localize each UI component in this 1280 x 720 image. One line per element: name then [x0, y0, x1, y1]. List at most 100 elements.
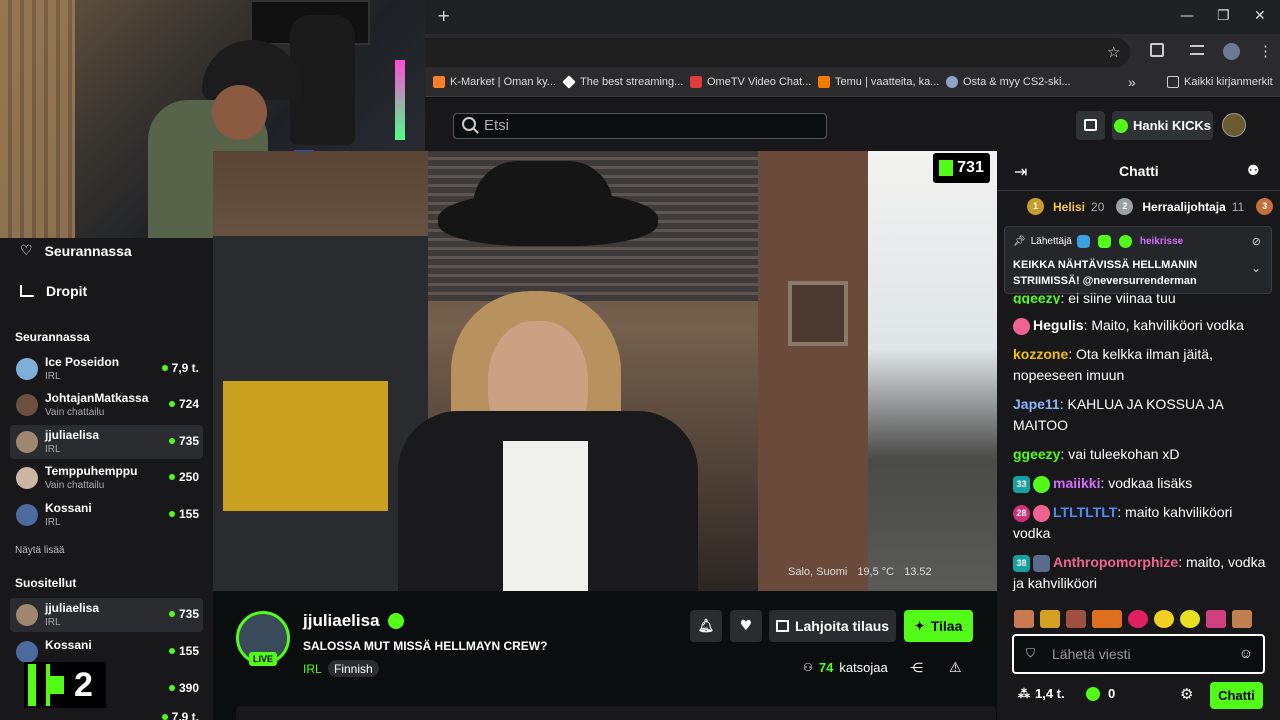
stream-title: SALOSSA MUT MISSÄ HELLMAYN CREW?	[303, 639, 548, 653]
hide-pin-icon[interactable]: ⊘	[1252, 235, 1261, 248]
heart-icon: ♥	[739, 618, 753, 634]
gift-leaderboard: 1 Helisi 20 2 Herraalijohtaja 11 3 s	[1027, 198, 1280, 215]
share-icon[interactable]: ⋲	[910, 660, 923, 676]
minimize-button[interactable]: —	[1180, 8, 1194, 24]
video-player[interactable]: Salo, Suomi 19,5 °C 13.52	[213, 151, 997, 591]
media-icon[interactable]	[1190, 45, 1204, 55]
notify-button[interactable]: 🔔︎	[690, 610, 722, 642]
report-icon[interactable]: ⚠	[949, 659, 962, 676]
emote-icon[interactable]	[1066, 610, 1086, 628]
send-chat-button[interactable]: Chatti	[1210, 682, 1263, 709]
channel-temppuhemppu[interactable]: Temppuhemppu Vain chattailu 250	[10, 461, 203, 495]
more-bookmarks-button[interactable]: »	[1128, 74, 1136, 90]
emote-icon[interactable]	[1232, 610, 1252, 628]
emote-icon[interactable]	[1180, 610, 1200, 628]
sparkle-icon: ✦	[914, 619, 925, 633]
chat-message: Hegulis: Maito, kahviliköori vodka	[1013, 315, 1268, 336]
chat-input[interactable]: ⛉ Lähetä viesti ☺	[1012, 634, 1265, 674]
temu-icon	[818, 76, 830, 88]
live-badge: LIVE	[249, 652, 277, 666]
emote-icon[interactable]	[1092, 610, 1122, 628]
user-list-icon[interactable]: ⚉	[1247, 162, 1260, 179]
language-tag[interactable]: Finnish	[328, 660, 379, 677]
emote-badge	[1013, 317, 1030, 335]
recommended-partial[interactable]: 7,9 t.	[10, 708, 203, 720]
emote-icon[interactable]	[1128, 610, 1148, 628]
following-heading: Seurannassa	[15, 330, 90, 344]
chevron-down-icon[interactable]: ⌄	[1251, 261, 1261, 275]
chat-message: 33 maiikki: vodkaa lisäks	[1013, 473, 1268, 494]
sub-badge: 28	[1013, 504, 1030, 522]
gear-icon[interactable]: ⚙	[1180, 685, 1193, 703]
live-dot	[161, 714, 168, 720]
bookmark-kmarket[interactable]: K-Market | Oman ky...	[433, 76, 556, 88]
recommended-jjuliaelisa[interactable]: jjuliaelisa IRL 735	[10, 598, 203, 632]
emote-icon[interactable]	[1014, 610, 1034, 628]
all-bookmarks[interactable]: Kaikki kirjanmerkit	[1167, 76, 1273, 88]
pinned-text: KEIKKA NÄHTÄVISSÄ HELLMANIN STRIIMISSÄ! …	[1013, 259, 1198, 287]
location-overlay: Salo, Suomi 19,5 °C 13.52	[788, 566, 932, 578]
new-tab-button[interactable]: +	[437, 6, 450, 25]
channel-kossani[interactable]: Kossani IRL 155	[10, 498, 203, 532]
channel-johtajanmatkassa[interactable]: JohtajanMatkassa Vain chattailu 724	[10, 388, 203, 422]
avatar	[16, 467, 38, 489]
emoji-icon[interactable]: ☺	[1239, 645, 1253, 661]
chat-message: ggeezy: ei siine viinaa tuu	[1013, 290, 1176, 304]
nav-following[interactable]: ♡ Seurannassa	[20, 243, 132, 259]
emote-icon[interactable]	[1154, 610, 1174, 628]
heart-icon: ♡	[20, 243, 33, 259]
moderator-badge	[1076, 235, 1090, 248]
avatar	[16, 604, 38, 626]
avatar	[16, 504, 38, 526]
nav-drops[interactable]: Dropit	[20, 283, 87, 299]
emote-icon[interactable]	[1040, 610, 1060, 628]
address-bar-row: ☆ ⋮	[425, 34, 1280, 71]
chat-title: Chatti	[1119, 163, 1159, 179]
temperature-text: 19,5 °C	[857, 566, 895, 578]
subscribe-button[interactable]: ✦ Tilaa	[904, 610, 973, 642]
gift-sub-button[interactable]: Lahjoita tilaus	[769, 610, 896, 642]
emote-icon[interactable]	[1206, 610, 1226, 628]
profile-avatar[interactable]	[1223, 43, 1240, 60]
cs2-icon	[946, 76, 958, 88]
pin-icon: 📌︎	[1013, 236, 1026, 247]
avatar	[16, 431, 38, 453]
channel-jjuliaelisa[interactable]: jjuliaelisa IRL 735	[10, 425, 203, 459]
location-text: Salo, Suomi	[788, 566, 848, 578]
bookmark-temu[interactable]: Temu | vaatteita, ka...	[818, 76, 939, 88]
chat-placeholder: Lähetä viesti	[1052, 646, 1131, 662]
star-icon[interactable]: ☆	[1107, 43, 1120, 61]
chat-message: Jape11: KAHLUA JA KOSSUA JA MAITOO	[1013, 396, 1224, 433]
get-kicks-button[interactable]: Hanki KICKs	[1112, 111, 1213, 140]
kicks-balance[interactable]: 0	[1086, 686, 1115, 701]
bookmarks-bar: K-Market | Oman ky... The best streaming…	[425, 71, 1280, 97]
live-dot	[168, 401, 175, 407]
streamer-name[interactable]: jjuliaelisa	[303, 611, 404, 631]
vip-badge	[1097, 235, 1111, 248]
pinned-message[interactable]: 📌︎ Lähettäjä heikrisse ⊘ KEIKKA NÄHTÄVIS…	[1004, 226, 1272, 294]
bookmark-ometv[interactable]: OmeTV Video Chat...	[690, 76, 811, 88]
maximize-button[interactable]: ❐	[1217, 8, 1230, 24]
menu-icon[interactable]: ⋮	[1258, 42, 1273, 60]
sub-badge: 33	[1013, 475, 1030, 493]
collapse-chat-icon[interactable]: ⇥	[1014, 162, 1027, 182]
channel-ice-poseidon[interactable]: Ice Poseidon IRL 7,9 t.	[10, 352, 203, 386]
layout-button[interactable]	[1076, 111, 1105, 140]
viewer-count-badge: 731	[933, 153, 990, 183]
chat-message: 38 Anthropomorphize: maito, vodka ja kahv…	[1013, 554, 1266, 591]
bookmark-cs2[interactable]: Osta & myy CS2-ski...	[946, 76, 1071, 88]
address-bar[interactable]	[425, 38, 1130, 67]
show-more-link[interactable]: Näytä lisää	[15, 545, 64, 556]
user-avatar[interactable]	[1222, 113, 1246, 137]
avatar	[16, 641, 38, 663]
channel-points[interactable]: ⁂ 1,4 t.	[1018, 686, 1065, 701]
bookmark-streaming[interactable]: The best streaming...	[562, 75, 683, 89]
folder-icon	[1167, 76, 1179, 88]
category-link[interactable]: IRL	[297, 660, 328, 677]
extensions-icon[interactable]	[1150, 43, 1164, 57]
close-button[interactable]: ✕	[1254, 8, 1266, 24]
points-icon: ⁂	[1018, 686, 1030, 701]
follow-button[interactable]: ♥	[730, 610, 762, 642]
search-input[interactable]: Etsi	[453, 113, 827, 139]
shield-icon: ⛉	[1026, 646, 1036, 660]
